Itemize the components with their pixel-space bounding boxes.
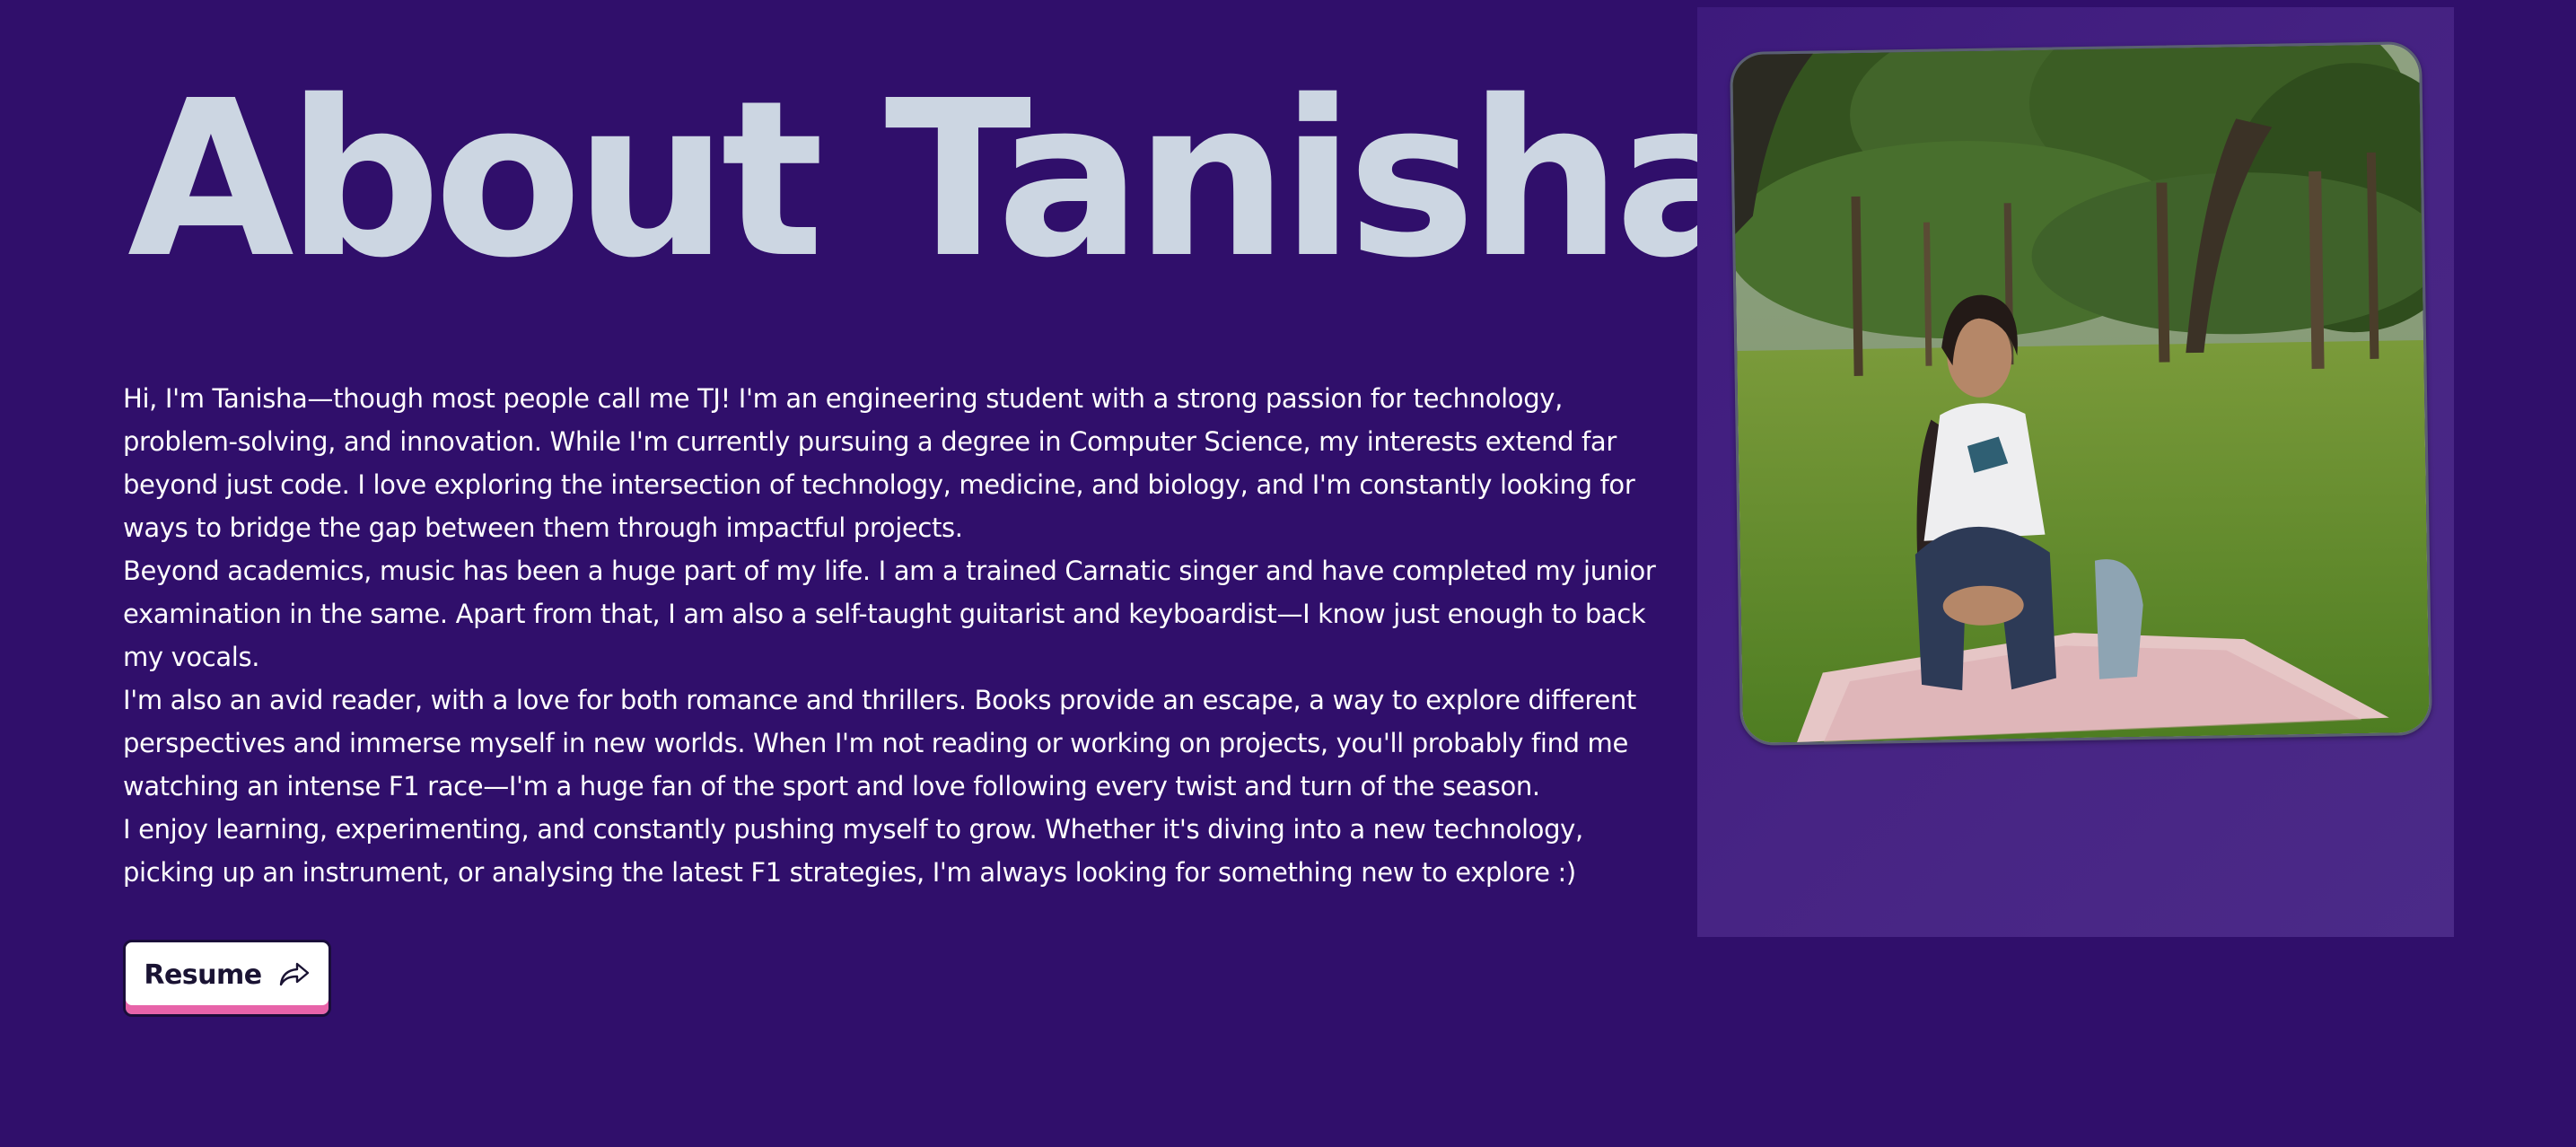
bio-paragraph: Hi, I'm Tanisha—though most people call …	[123, 383, 1635, 543]
share-arrow-icon	[278, 960, 311, 989]
resume-button[interactable]: Resume	[123, 940, 331, 1017]
resume-button-label: Resume	[144, 959, 262, 991]
profile-photo	[1729, 40, 2433, 747]
bio-paragraph: I'm also an avid reader, with a love for…	[123, 685, 1636, 801]
bio-paragraph: I enjoy learning, experimenting, and con…	[123, 814, 1583, 888]
bio-text: Hi, I'm Tanisha—though most people call …	[123, 377, 1676, 894]
bio-paragraph: Beyond academics, music has been a huge …	[123, 556, 1656, 672]
page-title: About Tanisha	[127, 54, 1760, 305]
